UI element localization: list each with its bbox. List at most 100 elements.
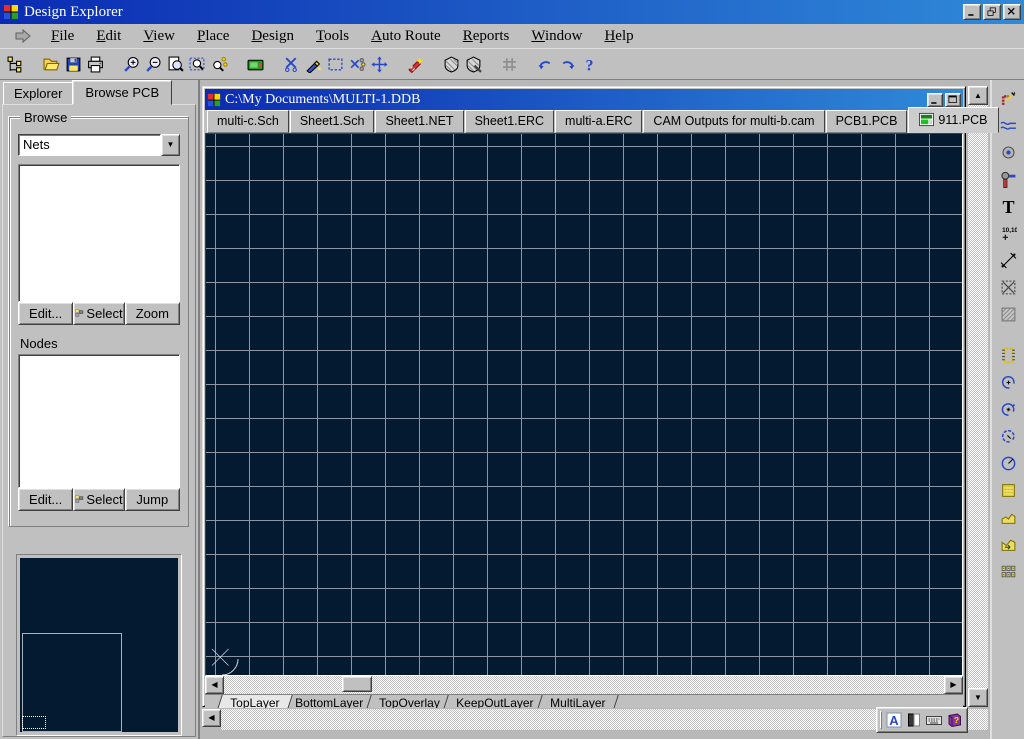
document-tab-sheet1-erc[interactable]: Sheet1.ERC (465, 110, 554, 133)
menu-item-view[interactable]: View (132, 26, 186, 46)
explorer-panel-icon[interactable] (4, 53, 26, 75)
menu-item-place[interactable]: Place (186, 26, 240, 46)
place-string-icon[interactable]: T (995, 196, 1021, 217)
cutter-icon[interactable] (280, 53, 302, 75)
nodes-edit-button[interactable]: Edit... (18, 488, 73, 511)
panel-tab-browse-pcb[interactable]: Browse PCB (72, 80, 172, 105)
select-area-icon[interactable] (324, 53, 346, 75)
board-preview[interactable] (16, 554, 182, 736)
place-coordinate-icon[interactable]: 10,10 (995, 223, 1021, 244)
document-titlebar[interactable]: C:\My Documents\MULTI-1.DDB (205, 89, 963, 110)
nodes-jump-button[interactable]: Jump (125, 488, 180, 511)
grid-icon[interactable] (498, 53, 520, 75)
document-tab-pcb1-pcb[interactable]: PCB1.PCB (826, 110, 908, 133)
nets-listbox[interactable] (18, 164, 180, 302)
restore-icon[interactable] (983, 4, 1001, 20)
polygon-shield-icon[interactable] (440, 53, 462, 75)
layer-tab-keepoutlayer[interactable]: KeepOutLayer (442, 695, 547, 708)
help-icon[interactable]: ? (578, 53, 600, 75)
layer-tab-toplayer[interactable]: TopLayer (216, 695, 293, 708)
canvas-hscrollbar[interactable]: ◀ ▶ (205, 676, 963, 694)
layer-tab-topoverlay[interactable]: TopOverlay (366, 695, 454, 708)
open-icon[interactable] (40, 53, 62, 75)
move-select-icon[interactable] (346, 53, 368, 75)
place-pad-icon[interactable] (995, 169, 1021, 190)
menu-item-edit[interactable]: Edit (85, 26, 132, 46)
vscroll-track[interactable] (968, 105, 988, 688)
menu-collapse-arrow-icon[interactable] (6, 28, 40, 44)
print-icon[interactable] (84, 53, 106, 75)
paste-array-icon[interactable] (995, 561, 1021, 582)
save-icon[interactable] (62, 53, 84, 75)
ws-hscroll-track[interactable] (221, 709, 988, 730)
menu-item-auto-route[interactable]: Auto Route (360, 26, 452, 46)
help-book-icon[interactable]: ? (944, 710, 964, 730)
redo-icon[interactable] (556, 53, 578, 75)
toolbar-grip[interactable] (880, 711, 882, 729)
browse-edit-button[interactable]: Edit... (18, 302, 73, 325)
highlight-pen-icon[interactable] (302, 53, 324, 75)
close-icon[interactable] (1003, 4, 1021, 20)
menu-item-tools[interactable]: Tools (305, 26, 360, 46)
zoom-out-icon[interactable] (142, 53, 164, 75)
contrast-icon[interactable] (904, 710, 924, 730)
place-arc-center-icon[interactable] (995, 372, 1021, 393)
menu-item-design[interactable]: Design (240, 26, 305, 46)
menu-item-window[interactable]: Window (520, 26, 593, 46)
place-fill-icon[interactable] (995, 480, 1021, 501)
menu-item-help[interactable]: Help (593, 26, 644, 46)
place-polygon-icon[interactable] (995, 507, 1021, 528)
place-dimension-icon[interactable] (995, 250, 1021, 271)
dropdown-arrow-icon[interactable]: ▼ (161, 134, 180, 156)
browse-type-dropdown[interactable]: Nets ▼ (18, 134, 180, 156)
workspace-vscrollbar[interactable]: ▲ ▼ (968, 86, 988, 707)
place-fill-hatched-icon[interactable] (995, 304, 1021, 325)
scroll-right-icon[interactable]: ▶ (944, 676, 963, 694)
zoom-selection-icon[interactable] (208, 53, 230, 75)
panel-tab-explorer[interactable]: Explorer (3, 82, 73, 105)
browse-zoom-button[interactable]: Zoom (125, 302, 180, 325)
document-tab-sheet1-net[interactable]: Sheet1.NET (375, 110, 463, 133)
interactive-routing-icon[interactable] (995, 88, 1021, 109)
browse-select-button[interactable]: Select (73, 302, 124, 325)
zoom-in-icon[interactable] (120, 53, 142, 75)
place-circle-icon[interactable] (995, 453, 1021, 474)
place-component-icon[interactable] (995, 345, 1021, 366)
document-tab-sheet1-sch[interactable]: Sheet1.Sch (290, 110, 375, 133)
layer-tab-bottomlayer[interactable]: BottomLayer (282, 695, 378, 708)
scroll-left-icon[interactable]: ◀ (202, 709, 221, 727)
document-tab-cam-outputs-for-multi-b-cam[interactable]: CAM Outputs for multi-b.cam (643, 110, 824, 133)
nodes-listbox[interactable] (18, 354, 180, 488)
pcb-canvas[interactable] (205, 133, 963, 676)
scroll-up-icon[interactable]: ▲ (968, 86, 988, 105)
document-tab-911-pcb[interactable]: 911.PCB (908, 107, 998, 133)
hscroll-thumb[interactable] (342, 676, 372, 692)
document-tab-multi-c-sch[interactable]: multi-c.Sch (207, 110, 289, 133)
place-arc-edge-icon[interactable] (995, 399, 1021, 420)
place-split-plane-icon[interactable] (995, 534, 1021, 555)
place-via-icon[interactable] (995, 142, 1021, 163)
menu-item-file[interactable]: File (40, 26, 85, 46)
polygon-shield-flip-icon[interactable] (462, 53, 484, 75)
move-icon[interactable] (368, 53, 390, 75)
document-tab-multi-a-erc[interactable]: multi-a.ERC (555, 110, 642, 133)
maximize-icon[interactable] (945, 93, 961, 107)
wizard-icon[interactable] (404, 53, 426, 75)
zoom-area-icon[interactable] (186, 53, 208, 75)
hscroll-track[interactable] (224, 676, 944, 694)
viewport-indicator[interactable] (22, 716, 46, 729)
workspace-hscrollbar[interactable]: ◀ (202, 709, 988, 730)
board-view-icon[interactable] (244, 53, 266, 75)
place-track-icon[interactable] (995, 115, 1021, 136)
undo-icon[interactable] (534, 53, 556, 75)
keyboard-icon[interactable] (924, 710, 944, 730)
scroll-left-icon[interactable]: ◀ (205, 676, 224, 694)
scroll-down-icon[interactable]: ▼ (968, 688, 988, 707)
place-arc-any-icon[interactable] (995, 426, 1021, 447)
menu-item-reports[interactable]: Reports (452, 26, 521, 46)
place-keepout-icon[interactable] (995, 277, 1021, 298)
zoom-all-icon[interactable] (164, 53, 186, 75)
nodes-select-button[interactable]: Select (73, 488, 124, 511)
minimize-icon[interactable] (927, 93, 943, 107)
minimize-icon[interactable] (963, 4, 981, 20)
